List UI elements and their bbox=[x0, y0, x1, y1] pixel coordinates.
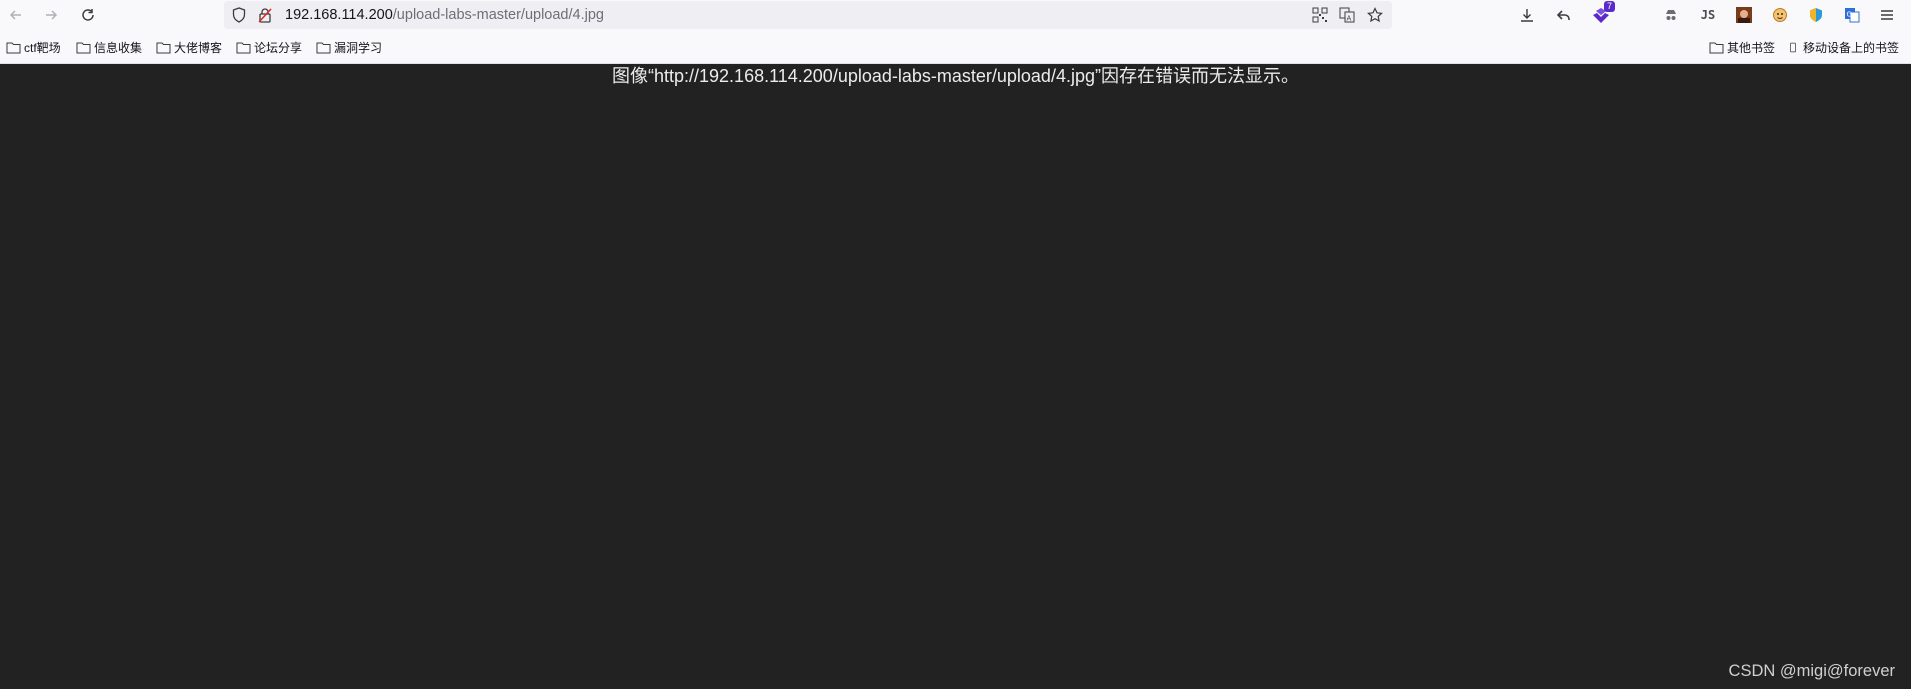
extension-button-purple[interactable]: 7 bbox=[1590, 1, 1616, 26]
svg-text:A: A bbox=[1347, 15, 1352, 23]
shield-extension-icon bbox=[1810, 8, 1822, 22]
extension-badge: 7 bbox=[1604, 1, 1616, 12]
bookmark-label: 论坛分享 bbox=[254, 40, 303, 55]
bookmark-folder-other[interactable]: 其他书签 bbox=[1709, 39, 1775, 55]
face-extension-icon bbox=[1773, 8, 1787, 22]
js-extension-icon: JS bbox=[1700, 8, 1716, 22]
undo-close-tab-button[interactable] bbox=[1553, 4, 1575, 26]
page-content: 图像“http://192.168.114.200/upload-labs-ma… bbox=[0, 64, 1911, 689]
csdn-watermark: CSDN @migi@forever bbox=[1728, 662, 1895, 680]
reload-icon bbox=[82, 9, 94, 21]
bookmark-label: ctf靶场 bbox=[24, 40, 61, 55]
extension-button-translate[interactable]: G bbox=[1841, 4, 1863, 26]
bookmark-folder-mobile[interactable]: 移动设备上的书签 bbox=[1789, 39, 1899, 55]
folder-icon bbox=[1709, 42, 1724, 53]
address-bar[interactable]: 192.168.114.200/upload-labs-master/uploa… bbox=[224, 1, 1392, 29]
bookmark-label: 大佬博客 bbox=[174, 40, 223, 55]
bookmark-label: 其他书签 bbox=[1727, 40, 1776, 55]
extension-button-js[interactable]: JS bbox=[1697, 4, 1719, 26]
folder-icon bbox=[236, 42, 251, 53]
bookmark-star-icon[interactable] bbox=[1366, 6, 1384, 24]
folder-icon bbox=[6, 42, 21, 53]
extension-button-shield[interactable] bbox=[1805, 4, 1827, 26]
bookmark-label: 信息收集 bbox=[94, 40, 143, 55]
bookmark-label: 漏洞学习 bbox=[334, 40, 383, 55]
bookmark-label: 移动设备上的书签 bbox=[1803, 40, 1900, 55]
url-host: 192.168.114.200 bbox=[285, 7, 393, 23]
extension-button-avatar[interactable] bbox=[1733, 4, 1755, 26]
back-button[interactable] bbox=[4, 3, 28, 27]
translate-extension-icon: G bbox=[1845, 8, 1860, 23]
bookmarks-toolbar: ctf靶场 信息收集 大佬博客 论坛分享 漏洞学习 其他书签 移动设备上的书签 bbox=[0, 30, 1911, 64]
qr-code-icon[interactable] bbox=[1311, 6, 1329, 24]
undo-arrow-icon bbox=[1556, 10, 1570, 20]
extension-button-spy[interactable] bbox=[1660, 4, 1682, 26]
url-text[interactable]: 192.168.114.200/upload-labs-master/uploa… bbox=[285, 7, 604, 23]
spy-extension-icon bbox=[1666, 10, 1676, 20]
translate-icon[interactable]: A bbox=[1338, 6, 1356, 24]
download-icon bbox=[1521, 9, 1533, 22]
mobile-device-icon bbox=[1790, 42, 1796, 52]
avatar-extension-icon bbox=[1736, 7, 1752, 23]
app-menu-button[interactable] bbox=[1876, 4, 1898, 26]
folder-icon bbox=[316, 42, 331, 53]
bookmark-folder-blogs[interactable]: 大佬博客 bbox=[156, 39, 222, 55]
folder-icon bbox=[76, 42, 91, 53]
downloads-button[interactable] bbox=[1516, 4, 1538, 26]
browser-toolbar: 192.168.114.200/upload-labs-master/uploa… bbox=[0, 0, 1911, 30]
bookmark-folder-ctf[interactable]: ctf靶场 bbox=[6, 39, 61, 55]
bookmark-folder-vuln-learning[interactable]: 漏洞学习 bbox=[316, 39, 382, 55]
arrow-right-icon bbox=[46, 10, 58, 20]
url-path: /upload-labs-master/upload/4.jpg bbox=[392, 7, 604, 23]
tracking-protection-shield-icon[interactable] bbox=[230, 6, 248, 24]
image-error-message: 图像“http://192.168.114.200/upload-labs-ma… bbox=[612, 66, 1299, 86]
arrow-left-icon bbox=[9, 10, 21, 20]
bookmark-folder-forums[interactable]: 论坛分享 bbox=[236, 39, 302, 55]
hamburger-menu-icon bbox=[1881, 10, 1893, 20]
folder-icon bbox=[156, 42, 171, 53]
forward-button[interactable] bbox=[39, 3, 63, 27]
svg-text:G: G bbox=[1847, 11, 1852, 19]
bookmark-folder-info-gathering[interactable]: 信息收集 bbox=[76, 39, 142, 55]
insecure-lock-icon[interactable] bbox=[256, 6, 274, 24]
reload-button[interactable] bbox=[76, 3, 100, 27]
extension-button-face[interactable] bbox=[1769, 4, 1791, 26]
